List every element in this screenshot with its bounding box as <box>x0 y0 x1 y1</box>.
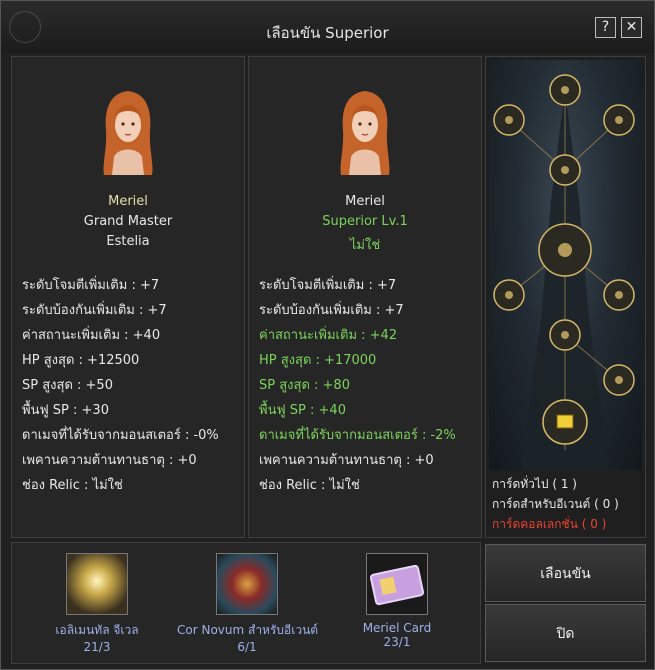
stat-monster-damage-taken: ดาเมจที่ได้รับจากมอนสเตอร์ : -2% <box>259 428 456 443</box>
cor-novum-icon <box>216 553 278 615</box>
material-count: 23/1 <box>383 635 411 649</box>
stat-max-sp: SP สูงสุด : +80 <box>259 378 350 393</box>
stat-bonus-status: ค่าสถานะเพิ่มเติม : +42 <box>259 328 398 343</box>
character-class: Grand Master <box>83 214 173 229</box>
collection-card-count: การ์ดคอลเลกชั่น ( 0 ) <box>492 517 607 531</box>
current-info-panel: Meriel Grand Master Estelia ระดับโจมตีเพ… <box>11 56 245 538</box>
stat-relic-slot: ช่อง Relic : ไม่ใช่ <box>259 478 360 493</box>
material-meriel-card[interactable]: Meriel Card 23/1 <box>347 553 447 649</box>
required-materials-panel: เอลิเมนทัล จีเวล 21/3 Cor Novum สำหรับอี… <box>11 542 481 664</box>
stat-bonus-status: ค่าสถานะเพิ่มเติม : +40 <box>22 328 161 343</box>
material-count: 21/3 <box>83 640 111 654</box>
character-class: Superior Lv.1 <box>322 214 408 229</box>
character-server: ไม่ใช่ <box>349 238 381 253</box>
character-server: Estelia <box>106 234 150 249</box>
title-bar[interactable]: เลือนขัน Superior ? ✕ <box>1 1 654 53</box>
card-slot-constellation <box>493 74 635 470</box>
general-card-count: การ์ดทั่วไป ( 1 ) <box>492 477 577 491</box>
stat-defense-level: ระดับบ้องกันเพิ่มเติม : +7 <box>22 303 167 318</box>
material-label: Meriel Card <box>362 621 432 635</box>
constellation-art <box>489 60 642 470</box>
stat-monster-damage-taken: ดาเมจที่ได้รับจากมอนสเตอร์ : -0% <box>22 428 219 443</box>
stat-max-hp: HP สูงสุด : +17000 <box>259 353 377 368</box>
superior-promotion-window: เลือนขัน Superior ? ✕ Meriel Grand Maste… <box>0 0 655 670</box>
superior-info-panel: Meriel Superior Lv.1 ไม่ใช่ ระดับโจมตีเพ… <box>248 56 482 538</box>
promote-button[interactable]: เลือนขัน <box>485 544 646 602</box>
stat-max-hp: HP สูงสุด : +12500 <box>22 353 140 368</box>
material-count: 6/1 <box>237 640 257 654</box>
stat-element-resist-cap: เพคานความต้านทานธาตุ : +0 <box>259 453 434 468</box>
meriel-card-icon <box>366 553 428 615</box>
stat-sp-regen: พื้นฟู SP : +30 <box>22 403 109 418</box>
stat-relic-slot: ช่อง Relic : ไม่ใช่ <box>22 478 123 493</box>
stat-attack-level: ระดับโจมตีเพิ่มเติม : +7 <box>22 278 160 293</box>
close-icon[interactable]: ✕ <box>621 17 642 38</box>
stat-defense-level: ระดับบ้องกันเพิ่มเติม : +7 <box>259 303 404 318</box>
window-title: เลือนขัน Superior <box>266 24 389 42</box>
character-portrait <box>335 87 395 177</box>
elemental-jewel-icon <box>66 553 128 615</box>
material-cor-novum[interactable]: Cor Novum สำหรับอีเวนต์ 6/1 <box>177 553 319 654</box>
card-constellation-panel: การ์ดทั่วไป ( 1 ) การ์ดสำหรับอีเวนต์ ( 0… <box>485 56 646 538</box>
material-label: Cor Novum สำหรับอีเวนต์ <box>177 623 319 637</box>
close-button[interactable]: ปิด <box>485 604 646 662</box>
help-button[interactable]: ? <box>595 17 616 38</box>
stat-max-sp: SP สูงสุด : +50 <box>22 378 113 393</box>
character-portrait <box>98 87 158 177</box>
stat-element-resist-cap: เพคานความต้านทานธาตุ : +0 <box>22 453 197 468</box>
material-elemental-jewel[interactable]: เอลิเมนทัล จีเวล 21/3 <box>47 553 147 654</box>
stat-sp-regen: พื้นฟู SP : +40 <box>259 403 346 418</box>
stat-attack-level: ระดับโจมตีเพิ่มเติม : +7 <box>259 278 397 293</box>
material-label: เอลิเมนทัล จีเวล <box>55 623 139 637</box>
character-name: Meriel <box>345 194 385 209</box>
character-name: Meriel <box>108 194 148 209</box>
event-card-count: การ์ดสำหรับอีเวนต์ ( 0 ) <box>492 497 619 511</box>
